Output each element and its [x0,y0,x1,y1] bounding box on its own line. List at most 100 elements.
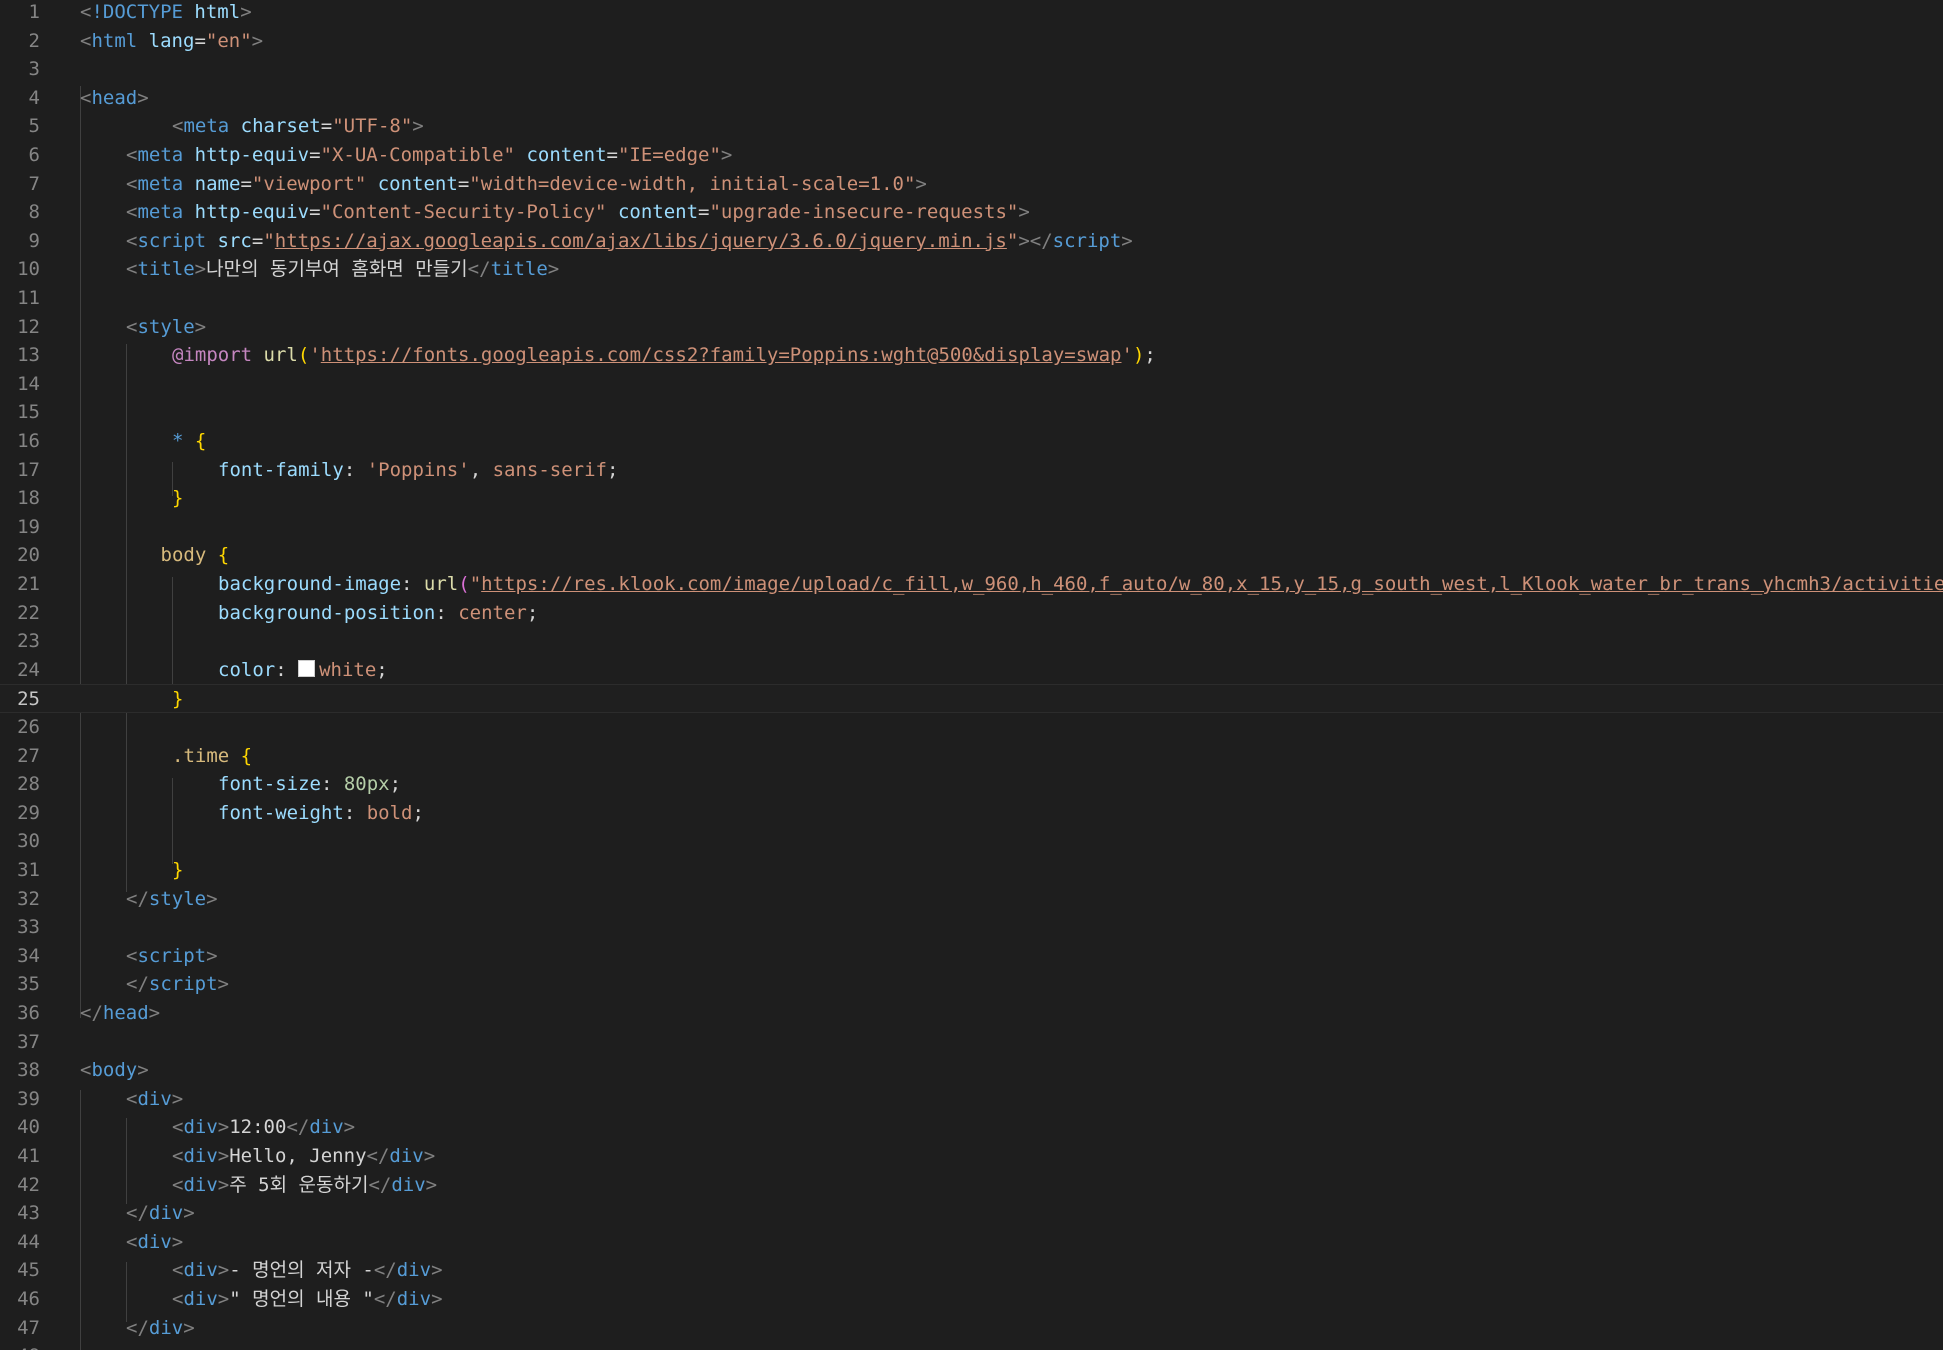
code-line[interactable]: 24 color: white; [0,656,1943,685]
code-line[interactable]: 3 [0,55,1943,84]
line-number: 34 [17,944,40,967]
code-line[interactable]: 34 <script> [0,942,1943,971]
code-line[interactable]: 36 </head> [0,999,1943,1028]
code-token: > [343,1116,356,1139]
code-token: "Content-Security-Policy" [320,201,607,224]
code-line[interactable]: 44 <div> [0,1228,1943,1257]
color-swatch-icon[interactable] [298,659,316,677]
code-token: sans-serif [492,458,607,481]
code-line[interactable]: 38 <body> [0,1056,1943,1085]
code-token: 주 5회 운동하기 [229,1173,369,1196]
line-number: 8 [28,201,40,224]
code-token: > [547,258,560,281]
code-line[interactable]: 45 <div>- 명언의 저자 -</div> [0,1256,1943,1285]
code-line[interactable]: 19 [0,513,1943,542]
line-content: .time { [172,742,252,771]
code-line[interactable]: 43 </div> [0,1199,1943,1228]
line-content: font-weight: bold; [218,799,424,828]
code-token[interactable]: https://fonts.googleapis.com/css2?family… [321,344,1122,366]
code-line[interactable]: 6 <meta http-equiv="X-UA-Compatible" cont… [0,141,1943,170]
code-token: < [172,1288,184,1310]
code-token: script [148,973,218,996]
code-token: http-equiv [194,144,310,166]
code-line[interactable]: 29 font-weight: bold; [0,799,1943,828]
code-line[interactable]: 11 [0,284,1943,313]
code-token: </ [368,1173,392,1196]
code-token: div [148,1316,184,1339]
code-line[interactable]: 27 .time { [0,742,1943,771]
code-token: : [401,573,424,595]
code-token: </ [366,1145,390,1167]
code-line[interactable]: 47 </div> [0,1314,1943,1343]
code-line[interactable]: 22 background-position: center; [0,599,1943,628]
code-token: > [148,1002,161,1024]
code-token: div [389,1145,424,1167]
code-line[interactable]: 10 <title>나만의 동기부여 홈화면 만들기</title> [0,255,1943,284]
code-line[interactable]: 32 </style> [0,885,1943,914]
line-number: 44 [17,1230,40,1253]
code-token: > [423,1145,436,1167]
line-content: </div> [126,1199,195,1228]
code-editor[interactable]: 1 <!DOCTYPE html> 2 <html lang="en"> 3 4 <head… [0,0,1943,1350]
code-line[interactable]: 23 [0,627,1943,656]
code-line[interactable]: 17 font-family: 'Poppins', sans-serif; [0,456,1943,485]
line-number: 40 [17,1116,40,1139]
code-line[interactable]: 9 <script src="https://ajax.googleapis.co… [0,227,1943,256]
code-token: ( [297,344,310,367]
code-token: : [343,458,367,481]
code-line[interactable]: 1 <!DOCTYPE html> [0,0,1943,27]
code-line[interactable]: 16 * { [0,427,1943,456]
code-line[interactable]: 30 [0,827,1943,856]
code-line[interactable]: 46 <div>" 명언의 내용 "</div> [0,1285,1943,1314]
code-line[interactable]: 39 <div> [0,1085,1943,1114]
code-token: ; [412,801,424,824]
code-line[interactable]: 48 [0,1342,1943,1350]
code-line[interactable]: 4 <head> [0,84,1943,113]
code-line[interactable]: 13 @import url('https://fonts.googleapis.… [0,341,1943,370]
code-line[interactable]: 41 <div>Hello, Jenny</div> [0,1142,1943,1171]
code-line[interactable]: 18} [0,484,1943,513]
code-line[interactable]: 14 [0,370,1943,399]
code-token: script [137,229,207,252]
line-number: 33 [17,916,40,939]
code-token: lang [148,29,195,52]
line-content: <head> [80,84,149,113]
line-number: 15 [17,401,40,424]
code-line[interactable]: 25} [0,684,1943,713]
code-line[interactable]: 28 font-size: 80px; [0,770,1943,799]
code-token[interactable]: https://ajax.googleapis.com/ajax/libs/jq… [275,230,1007,252]
code-token: meta [137,144,184,166]
code-line[interactable]: 40 <div>12:00</div> [0,1113,1943,1142]
code-line[interactable]: 26 [0,713,1943,742]
code-line[interactable]: 7 <meta name="viewport" content="width=de… [0,170,1943,199]
code-line[interactable]: 2 <html lang="en"> [0,27,1943,56]
code-token: < [126,144,138,166]
code-line[interactable]: 35 </script> [0,970,1943,999]
code-token: = [194,29,206,52]
code-line[interactable]: 8 <meta http-equiv="Content-Security-Poli… [0,198,1943,227]
line-number: 38 [17,1059,40,1082]
code-token: </ [126,1202,149,1225]
code-token: > [183,1316,195,1339]
code-line[interactable]: 15 [0,398,1943,427]
line-number: 18 [17,487,40,510]
code-line[interactable]: 37 [0,1028,1943,1057]
code-line[interactable]: 20 body { [0,541,1943,570]
code-token: "IE=edge" [617,144,721,166]
code-line[interactable]: 33 [0,913,1943,942]
code-line[interactable]: 42 <div>주 5회 운동하기</div> [0,1171,1943,1200]
code-line[interactable]: 5 <meta charset="UTF-8"> [0,112,1943,141]
code-token: body [160,544,207,567]
line-number: 1 [28,1,40,23]
code-token: .time [172,744,230,767]
code-line[interactable]: 12 <style> [0,313,1943,342]
code-token: < [126,1230,138,1253]
code-line[interactable]: 31} [0,856,1943,885]
code-token: </ [286,1116,310,1139]
code-line[interactable]: 21 background-image: url("https://res.klo… [0,570,1943,599]
line-number: 4 [28,86,40,109]
line-content: </script> [126,970,229,999]
code-token[interactable]: https://res.klook.com/image/upload/c_fil… [481,573,1943,595]
